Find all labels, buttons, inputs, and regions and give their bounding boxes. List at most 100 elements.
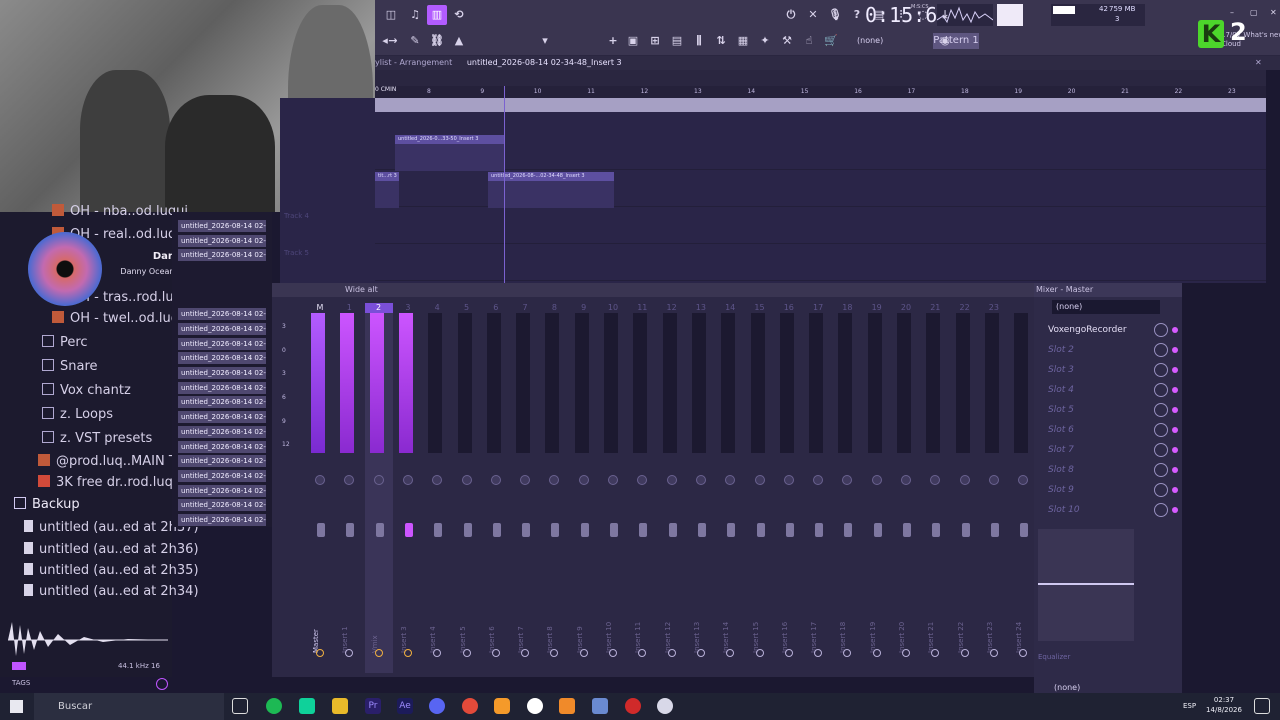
mute-button[interactable] [1019, 649, 1028, 657]
touch-icon[interactable]: ☝ [799, 31, 819, 51]
forward-icon[interactable]: → [383, 31, 403, 51]
volume-fader[interactable] [346, 523, 355, 537]
effect-slot[interactable]: Slot 3 [1038, 361, 1158, 379]
slot-mix-knob[interactable] [1154, 363, 1168, 377]
browser-icon[interactable]: ⇅ [711, 31, 731, 51]
spotify-icon[interactable] [266, 698, 282, 714]
effect-slot[interactable]: Slot 8 [1038, 461, 1158, 479]
mute-button[interactable] [521, 649, 530, 657]
browser-item-main-tag[interactable]: @prod.luq..MAIN TAG [0, 454, 195, 474]
chat-icon[interactable]: ◌ [913, 5, 933, 25]
globe-icon[interactable]: ◉ [935, 31, 955, 51]
pan-knob[interactable] [432, 475, 443, 485]
pan-knob[interactable] [901, 475, 911, 485]
mute-button[interactable] [638, 649, 647, 657]
add-pattern-icon[interactable]: + [603, 31, 623, 51]
effect-slot[interactable]: Slot 2 [1038, 341, 1158, 359]
slot-enable-dot[interactable] [1172, 407, 1178, 413]
mute-button[interactable] [872, 649, 881, 657]
cpu-memory-monitor[interactable]: 42 759 MB 3 [1051, 4, 1145, 26]
mixer-strip[interactable]: 22 Insert 22 [951, 303, 979, 673]
slot-enable-dot[interactable] [1172, 347, 1178, 353]
effect-slot[interactable]: Slot 5 [1038, 401, 1158, 419]
mixer-strip[interactable]: 11 Insert 11 [628, 303, 656, 673]
recording-item[interactable]: untitled_2026-08-14 02- [178, 381, 266, 394]
volume-fader[interactable] [639, 523, 648, 537]
slot-mix-knob[interactable] [1154, 423, 1168, 437]
effect-slot[interactable]: Slot 9 [1038, 481, 1158, 499]
volume-fader[interactable] [434, 523, 443, 537]
mute-button[interactable] [960, 649, 969, 657]
pan-knob[interactable] [520, 475, 531, 485]
slot-enable-dot[interactable] [1172, 447, 1178, 453]
recording-item[interactable]: untitled_2026-08-14 02- [178, 411, 266, 424]
mixer-strip[interactable]: 14 Insert 14 [716, 303, 744, 673]
mute-button[interactable] [316, 649, 324, 657]
volume-fader[interactable] [785, 523, 794, 537]
slot-enable-dot[interactable] [1172, 367, 1178, 373]
mute-button[interactable] [579, 649, 588, 657]
browser-folder-loops[interactable]: z. Loops [0, 407, 172, 427]
slot-enable-dot[interactable] [1172, 487, 1178, 493]
slot-mix-knob[interactable] [1154, 343, 1168, 357]
volume-fader[interactable] [610, 523, 618, 537]
mixer-strip[interactable]: 13 Insert 13 [687, 303, 715, 673]
mute-button[interactable] [491, 649, 500, 657]
obs-icon[interactable] [625, 698, 641, 714]
mixer-strip[interactable]: 5 Insert 5 [453, 303, 481, 673]
browser-item-oh-nba[interactable]: OH - nba..od.luqui [0, 204, 188, 224]
pan-knob[interactable] [695, 475, 706, 485]
volume-fader[interactable] [492, 523, 501, 537]
fl-studio-icon[interactable] [494, 698, 510, 714]
discord-icon[interactable] [429, 698, 445, 714]
recording-item[interactable]: untitled_2026-08-14 02- [178, 469, 266, 482]
download-icon[interactable]: ⤓ [935, 5, 955, 25]
mixer-strip[interactable]: M Master [306, 303, 334, 673]
mixer-strip[interactable]: 10 Insert 10 [599, 303, 627, 673]
slot-mix-knob[interactable] [1154, 443, 1168, 457]
notifications-icon[interactable] [1254, 698, 1270, 714]
snap-icon[interactable]: ◫ [381, 5, 401, 25]
playhead[interactable] [504, 86, 505, 283]
slot-mix-knob[interactable] [1154, 403, 1168, 417]
recording-item[interactable]: untitled_2026-08-14 02- [178, 367, 266, 379]
save-icon[interactable]: ▤ [869, 5, 889, 25]
playlist-file[interactable]: untitled_2026-08-14 02-34-48_Insert 3 [467, 58, 622, 67]
volume-fader[interactable] [697, 523, 706, 537]
browser-folder-perc[interactable]: Perc [0, 335, 172, 355]
mixer-titlebar[interactable]: Wide alt [272, 283, 1034, 297]
volume-fader[interactable] [903, 523, 911, 537]
mute-button[interactable] [550, 649, 559, 657]
slot-mix-knob[interactable] [1154, 483, 1168, 497]
effect-slot[interactable]: Slot 10 [1038, 501, 1158, 519]
microphone-icon[interactable]: 🎙 [825, 5, 845, 25]
recording-item[interactable]: untitled_2026-08-14 02- [178, 322, 266, 335]
pan-knob[interactable] [344, 475, 355, 485]
volume-fader[interactable] [522, 523, 531, 537]
effect-slot[interactable]: Slot 4 [1038, 381, 1158, 399]
recording-item[interactable]: untitled_2026-08-14 02- [178, 440, 266, 453]
pan-knob[interactable] [637, 475, 648, 485]
pan-knob[interactable] [549, 475, 560, 485]
master-preset-select[interactable]: (none) [1052, 300, 1160, 314]
maximize-icon[interactable]: ▢ [1250, 8, 1258, 17]
chevron-down-icon[interactable]: ▾ [535, 31, 555, 51]
volume-fader[interactable] [317, 523, 325, 537]
pan-knob[interactable] [315, 475, 325, 485]
track-lane-2[interactable] [375, 133, 1266, 170]
browser-item-backup-4[interactable]: untitled (au..ed at 2h34) [0, 584, 199, 604]
recording-item[interactable]: untitled_2026-08-14 02- [178, 455, 266, 468]
mixer-view-icon[interactable]: ⫼ [689, 31, 709, 51]
plugin-db-icon[interactable]: ▦ [733, 31, 753, 51]
mute-button[interactable] [345, 649, 354, 657]
mixer-strip[interactable]: 17 Insert 17 [804, 303, 832, 673]
after-effects-icon[interactable]: Ae [397, 698, 413, 714]
browser-folder-backup[interactable]: Backup [0, 497, 172, 517]
mixer-strip[interactable]: 4 Insert 4 [423, 303, 451, 673]
system-clock[interactable]: 02:37 14/8/2026 [1204, 695, 1244, 715]
taskbar-search[interactable]: Buscar [34, 693, 224, 720]
pan-knob[interactable] [373, 475, 384, 485]
loop-record-icon[interactable]: ⟲ [449, 5, 469, 25]
piano-roll-icon[interactable]: ▤ [667, 31, 687, 51]
volume-fader[interactable] [932, 523, 941, 537]
